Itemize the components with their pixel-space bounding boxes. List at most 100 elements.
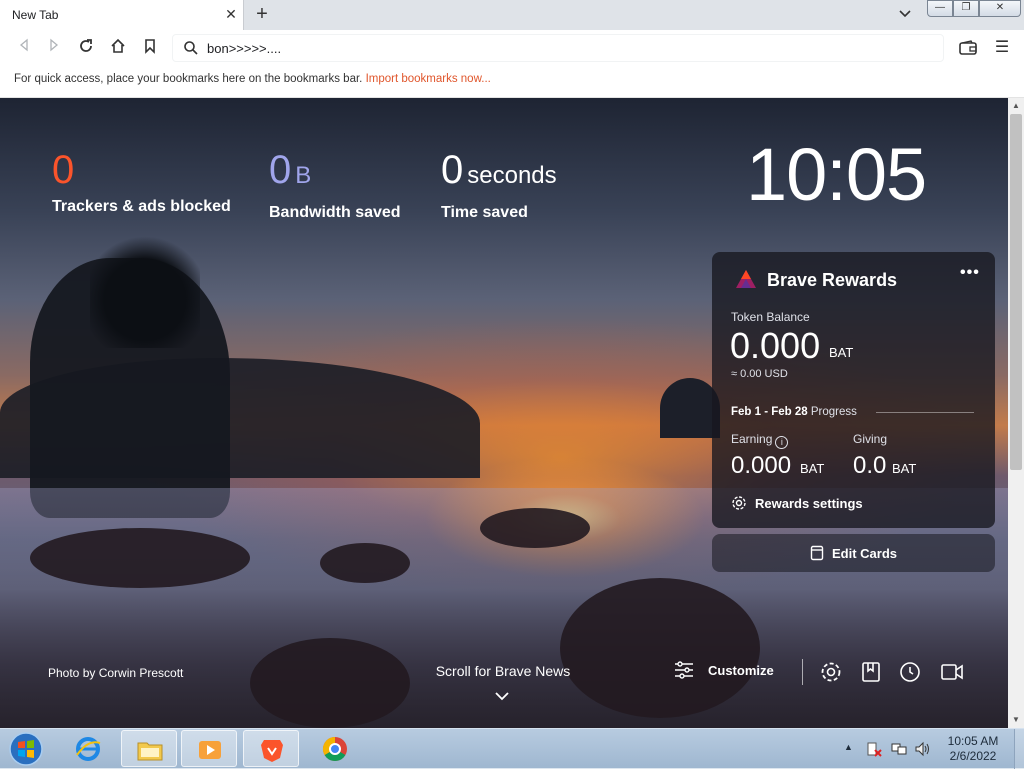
windows-start-icon[interactable] [6,731,46,767]
time-unit: seconds [467,162,557,189]
taskbar: ▲ 10:05 AM 2/6/2022 [0,728,1024,769]
bandwidth-count: 0 [269,148,292,192]
edit-cards-icon [810,545,824,561]
earning-label-row: Earning i [731,432,789,449]
stat-time: 0 seconds Time saved [441,150,557,222]
scroll-up-icon[interactable]: ▲ [1008,98,1024,114]
home-icon[interactable] [108,38,128,58]
time-label: Time saved [441,204,528,221]
stat-bandwidth: 0B Bandwidth saved [269,150,401,222]
background-rock [30,528,250,588]
background-rock-right [660,378,720,438]
usd-equivalent: ≈ 0.00 USD [731,368,788,380]
network-icon[interactable] [891,741,907,757]
tab-title: New Tab [12,8,59,22]
background-rock [320,543,410,583]
close-window-button[interactable]: ✕ [979,0,1021,17]
token-balance-value: 0.000 [730,325,821,366]
action-center-icon[interactable] [866,741,882,757]
sliders-icon [675,661,693,679]
tab-close-icon[interactable]: ✕ [224,7,238,21]
customize-label: Customize [708,662,774,678]
giving-unit: BAT [892,461,917,476]
chevron-down-icon[interactable] [494,690,510,702]
import-bookmarks-link[interactable]: Import bookmarks now... [366,73,491,85]
background-rock [560,578,760,718]
background-rock [480,508,590,548]
taskbar-explorer[interactable] [121,730,177,767]
system-date: 2/6/2022 [949,749,997,763]
clock: 10:05 [746,133,927,216]
bandwidth-label: Bandwidth saved [269,204,401,221]
internet-explorer-icon [76,737,101,761]
reload-icon[interactable] [76,38,96,58]
search-icon [184,41,198,55]
token-balance-unit: BAT [829,345,854,360]
chrome-icon [322,737,347,762]
progress-period: Feb 1 - Feb 28 Progress [731,406,857,418]
bookmarks-hint: For quick access, place your bookmarks h… [14,73,363,85]
page-scrollbar[interactable]: ▲ ▼ [1008,98,1024,728]
bandwidth-value-row: 0B [269,150,401,196]
customize-button[interactable]: Customize [674,661,774,679]
earning-unit: BAT [800,461,825,476]
earning-value: 0.000 [731,452,792,479]
minimize-button[interactable]: — [927,0,953,17]
bottom-divider [802,659,803,685]
wallet-icon[interactable] [958,38,978,58]
taskbar-ie[interactable] [60,730,116,767]
giving-label: Giving [853,432,888,446]
system-clock[interactable]: 10:05 AM 2/6/2022 [936,734,1010,764]
photo-credit[interactable]: Photo by Corwin Prescott [48,666,183,680]
bookmarks-bar-message: For quick access, place your bookmarks h… [14,73,491,85]
system-time: 10:05 AM [947,734,999,748]
back-icon[interactable] [14,38,34,58]
show-desktop-button[interactable] [1014,729,1024,769]
time-count: 0 [441,148,464,192]
bookmark-icon[interactable] [140,38,160,58]
rewards-more-icon[interactable]: ••• [960,264,980,282]
tab-strip: New Tab ✕ + — ❐ ✕ [0,0,1024,30]
bandwidth-unit: B [295,162,312,189]
taskbar-brave[interactable] [243,730,299,767]
bookmarks-icon[interactable] [859,660,883,684]
token-balance-label: Token Balance [731,310,810,324]
rewards-settings-button[interactable]: Rewards settings [731,495,863,511]
bookmarks-bar: For quick access, place your bookmarks h… [0,66,1024,98]
menu-icon[interactable]: ☰ [994,38,1010,58]
trackers-label: Trackers & ads blocked [52,198,231,215]
gear-icon [732,496,746,510]
bat-logo-icon [736,270,756,288]
info-icon[interactable]: i [775,436,789,449]
history-icon[interactable] [898,660,922,684]
new-tab-button[interactable]: + [252,4,272,25]
forward-icon[interactable] [44,38,64,58]
browser-toolbar: bon>>>>>.... ☰ [0,30,1024,66]
scroll-down-icon[interactable]: ▼ [1008,712,1024,728]
trackers-count: 0 [52,148,75,192]
scrollbar-thumb[interactable] [1010,114,1022,470]
rewards-title: Brave Rewards [767,270,898,290]
progress-label: Progress [810,406,857,418]
rewards-card: Brave Rewards ••• Token Balance 0.000 BA… [712,252,995,528]
taskbar-media-player[interactable] [181,730,237,767]
taskbar-chrome[interactable] [307,730,363,767]
volume-icon[interactable] [914,741,930,757]
brave-lion-icon [261,740,283,762]
background-rock [250,638,410,728]
stat-trackers: 0 Trackers & ads blocked [52,150,231,216]
background-trees [90,228,200,348]
tab-search-chevron-icon[interactable] [896,6,914,24]
video-call-icon[interactable] [940,660,964,684]
address-bar[interactable]: bon>>>>>.... [172,34,944,62]
settings-gear-icon[interactable] [819,660,843,684]
edit-cards-button[interactable]: Edit Cards [712,534,995,572]
edit-cards-label: Edit Cards [831,545,897,561]
address-text[interactable]: bon>>>>>.... [207,41,281,56]
tray-expand-icon[interactable]: ▲ [844,742,853,752]
maximize-button[interactable]: ❐ [953,0,979,17]
tab-new-tab[interactable]: New Tab ✕ [0,0,244,30]
time-value-row: 0 seconds [441,150,557,196]
earning-label: Earning [731,432,773,446]
brave-news-prompt[interactable]: Scroll for Brave News [420,663,586,679]
